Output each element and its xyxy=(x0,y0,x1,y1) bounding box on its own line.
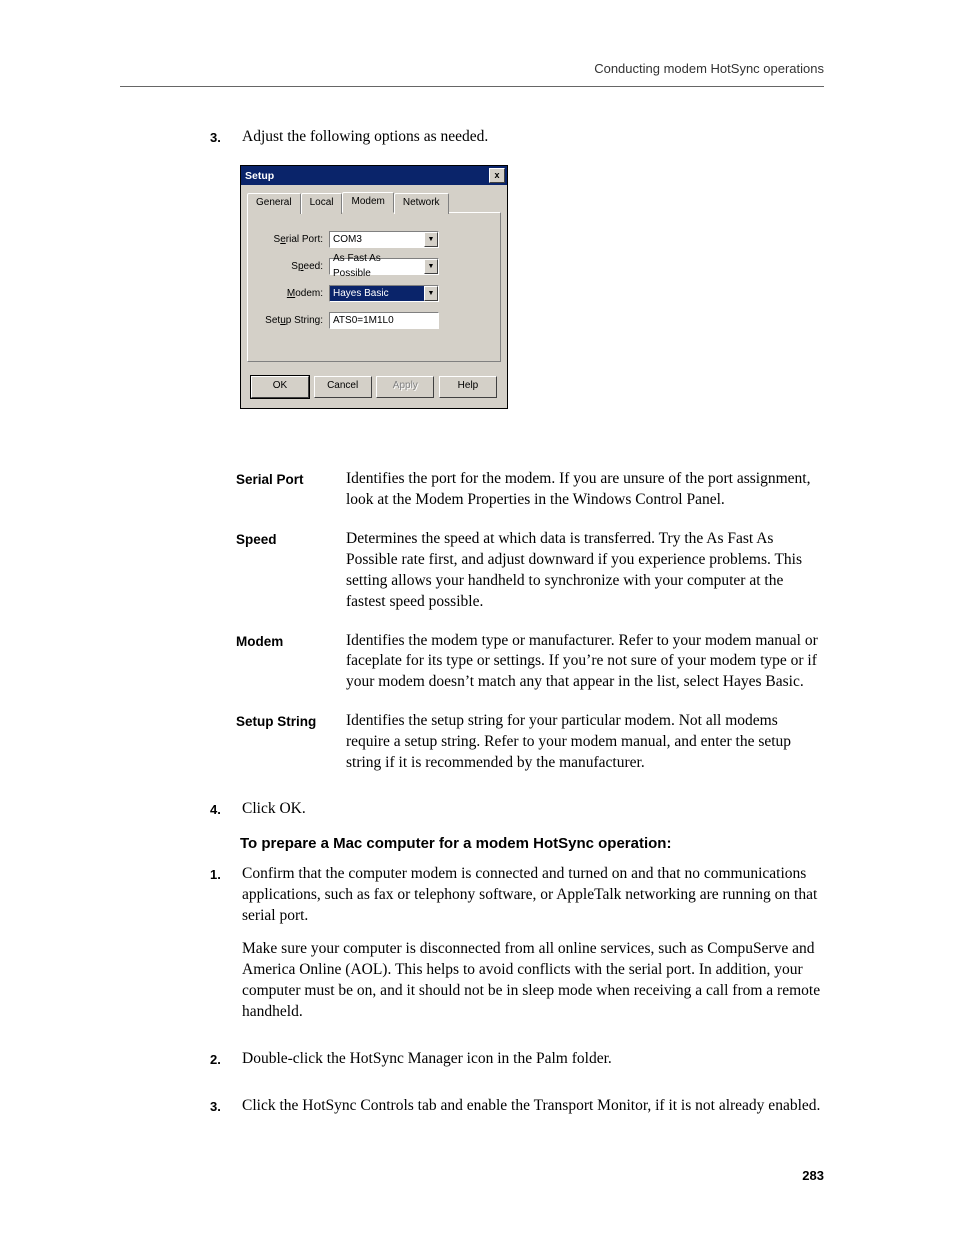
definition-term: Serial Port xyxy=(236,469,346,511)
step-text: Click OK. xyxy=(242,799,824,820)
definition-description: Identifies the port for the modem. If yo… xyxy=(346,469,824,511)
serial-port-value: COM3 xyxy=(330,232,424,247)
definition-term: Speed xyxy=(236,529,346,613)
step-text: Adjust the following options as needed. xyxy=(242,127,824,148)
definition-description: Identifies the setup string for your par… xyxy=(346,711,824,774)
definition-row: Serial PortIdentifies the port for the m… xyxy=(236,469,824,511)
modem-value: Hayes Basic xyxy=(330,286,424,301)
definition-description: Identifies the modem type or manufacture… xyxy=(346,631,824,694)
definition-row: SpeedDetermines the speed at which data … xyxy=(236,529,824,613)
tab-general[interactable]: General xyxy=(247,193,301,214)
mac-step: 2.Double-click the HotSync Manager icon … xyxy=(120,1049,824,1082)
setup-dialog: Setup x General Local Modem Network Seri… xyxy=(240,165,508,409)
tab-modem[interactable]: Modem xyxy=(342,192,393,213)
step-text: Double-click the HotSync Manager icon in… xyxy=(242,1049,824,1070)
step-number: 2. xyxy=(210,1049,242,1082)
close-icon[interactable]: x xyxy=(489,168,505,183)
step-number: 3. xyxy=(210,127,242,148)
label-speed: Speed: xyxy=(258,260,329,274)
definition-row: Setup StringIdentifies the setup string … xyxy=(236,711,824,774)
step-body: Double-click the HotSync Manager icon in… xyxy=(242,1049,824,1082)
step-text: Confirm that the computer modem is conne… xyxy=(242,864,824,927)
running-header: Conducting modem HotSync operations xyxy=(120,60,824,78)
header-rule xyxy=(120,86,824,87)
dialog-titlebar: Setup x xyxy=(241,166,507,185)
cancel-button[interactable]: Cancel xyxy=(314,376,372,398)
step-4: 4. Click OK. xyxy=(120,799,824,820)
apply-button: Apply xyxy=(376,376,434,398)
tab-strip: General Local Modem Network xyxy=(241,185,507,212)
sub-heading: To prepare a Mac computer for a modem Ho… xyxy=(240,834,824,854)
step-number: 3. xyxy=(210,1096,242,1129)
speed-value: As Fast As Possible xyxy=(330,251,424,281)
help-button[interactable]: Help xyxy=(439,376,497,398)
tab-panel: Serial Port: COM3 ▼ Speed: As Fast As Po… xyxy=(247,212,501,362)
page-number: 283 xyxy=(802,1167,824,1185)
ok-button[interactable]: OK xyxy=(251,376,309,398)
step-text: Click the HotSync Controls tab and enabl… xyxy=(242,1096,824,1117)
step-body: Confirm that the computer modem is conne… xyxy=(242,864,824,1034)
tab-local[interactable]: Local xyxy=(301,193,343,214)
tab-network[interactable]: Network xyxy=(394,193,449,214)
setup-string-input[interactable]: ATS0=1M1L0 xyxy=(329,312,439,329)
definition-term: Modem xyxy=(236,631,346,694)
label-modem: Modem: xyxy=(258,287,329,301)
step-number: 4. xyxy=(210,799,242,820)
chevron-down-icon[interactable]: ▼ xyxy=(424,259,438,274)
step-number: 1. xyxy=(210,864,242,1034)
label-setup-string: Setup String: xyxy=(258,314,329,328)
step-body: Click the HotSync Controls tab and enabl… xyxy=(242,1096,824,1129)
chevron-down-icon[interactable]: ▼ xyxy=(424,286,438,301)
definition-list: Serial PortIdentifies the port for the m… xyxy=(236,469,824,774)
step-text: Make sure your computer is disconnected … xyxy=(242,939,824,1023)
chevron-down-icon[interactable]: ▼ xyxy=(424,232,438,247)
speed-combo[interactable]: As Fast As Possible ▼ xyxy=(329,258,439,275)
dialog-title: Setup xyxy=(245,169,274,183)
definition-description: Determines the speed at which data is tr… xyxy=(346,529,824,613)
mac-step: 1.Confirm that the computer modem is con… xyxy=(120,864,824,1034)
definition-row: ModemIdentifies the modem type or manufa… xyxy=(236,631,824,694)
serial-port-combo[interactable]: COM3 ▼ xyxy=(329,231,439,248)
mac-step: 3.Click the HotSync Controls tab and ena… xyxy=(120,1096,824,1129)
definition-term: Setup String xyxy=(236,711,346,774)
label-serial-port: Serial Port: xyxy=(258,233,329,247)
modem-combo[interactable]: Hayes Basic ▼ xyxy=(329,285,439,302)
step-3: 3. Adjust the following options as neede… xyxy=(120,127,824,148)
